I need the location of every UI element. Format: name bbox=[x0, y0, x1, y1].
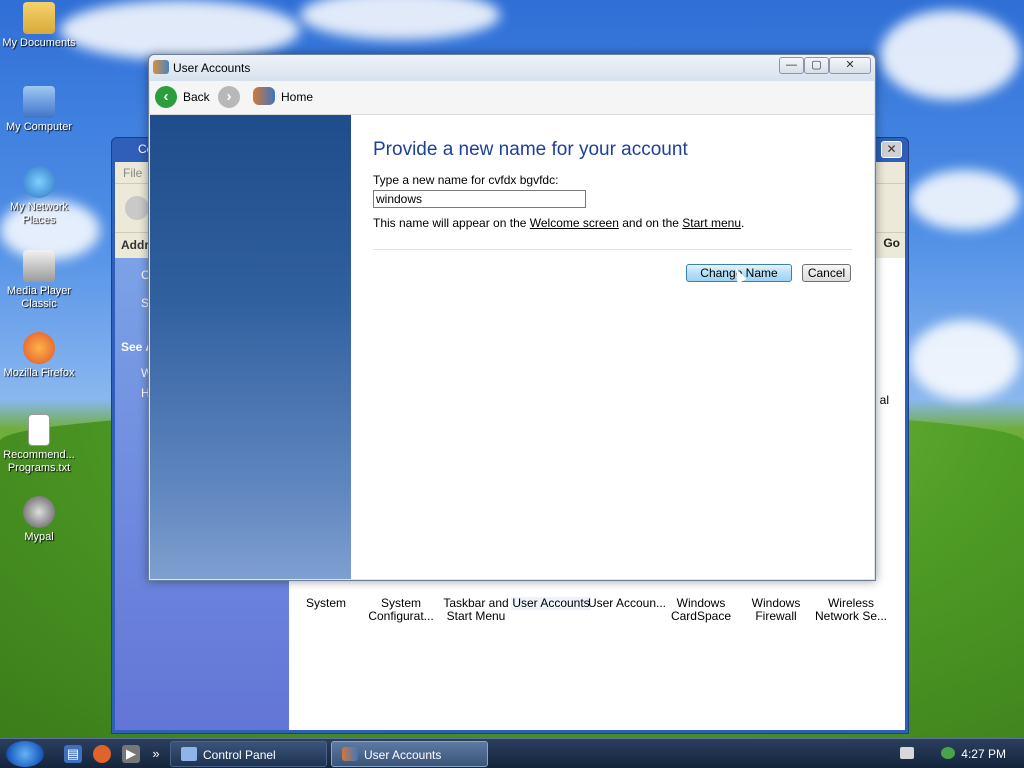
window-title: User Accounts bbox=[173, 61, 251, 75]
cp-item-taskbar[interactable]: Taskbar and Start Menu bbox=[436, 597, 516, 623]
text-file-icon bbox=[28, 414, 50, 446]
desktop-icon-label: Mozilla Firefox bbox=[3, 367, 75, 379]
cp-item-user-accounts-2[interactable]: User Accoun... bbox=[587, 597, 667, 610]
note-text: This name will appear on the bbox=[373, 216, 530, 230]
desktop-icon-label: Recommend... Programs.txt bbox=[3, 449, 75, 474]
home-button[interactable]: Home bbox=[281, 90, 313, 104]
task-pane bbox=[150, 115, 351, 579]
minimize-icon[interactable]: — bbox=[779, 57, 804, 74]
desktop-icon-label: My Documents bbox=[2, 37, 76, 49]
users-home-icon[interactable] bbox=[253, 87, 275, 105]
go-button[interactable]: Go bbox=[883, 236, 900, 250]
desktop-icon-my-network-places[interactable]: My Network Places bbox=[1, 166, 77, 227]
name-note: This name will appear on the Welcome scr… bbox=[373, 216, 744, 230]
desktop-icon-mypal[interactable]: Mypal bbox=[1, 496, 77, 544]
cancel-button[interactable]: Cancel bbox=[802, 264, 851, 282]
task-label: User Accounts bbox=[364, 748, 442, 762]
start-button[interactable] bbox=[6, 741, 44, 767]
new-name-input[interactable] bbox=[373, 190, 586, 208]
note-text: and on the bbox=[618, 216, 683, 230]
cp-item-system-configuration[interactable]: System Configurat... bbox=[361, 597, 441, 623]
back-button[interactable]: Back bbox=[183, 90, 210, 104]
cp-item-windows-cardspace[interactable]: Windows CardSpace bbox=[661, 597, 741, 623]
cp-item-wireless-network[interactable]: Wireless Network Se... bbox=[811, 597, 891, 623]
close-icon[interactable]: ✕ bbox=[829, 57, 871, 74]
navigation-bar: ‹ Back › Home bbox=[150, 81, 874, 115]
start-menu-link[interactable]: Start menu bbox=[682, 216, 741, 230]
users-icon bbox=[153, 60, 169, 74]
folder-icon bbox=[23, 2, 55, 34]
desktop-icon-label: Mypal bbox=[24, 531, 54, 543]
cloud bbox=[910, 170, 1020, 230]
users-icon bbox=[342, 747, 358, 761]
desktop-icon-recommended-programs[interactable]: Recommend... Programs.txt bbox=[1, 414, 77, 475]
cloud bbox=[300, 0, 500, 40]
forward-arrow-icon[interactable]: › bbox=[218, 86, 240, 108]
network-tray-icon[interactable] bbox=[941, 747, 955, 759]
back-icon[interactable] bbox=[125, 196, 149, 220]
task-control-panel[interactable]: Control Panel bbox=[170, 741, 327, 767]
control-panel-icon bbox=[181, 747, 197, 761]
desktop-icon-my-computer[interactable]: My Computer bbox=[1, 86, 77, 134]
taskbar: ▤ ▶ » Control Panel User Accounts 4:27 P… bbox=[0, 738, 1024, 768]
firefox-icon[interactable] bbox=[93, 745, 111, 763]
user-accounts-window[interactable]: User Accounts — ▢ ✕ ‹ Back › Home Provid… bbox=[148, 54, 876, 581]
welcome-screen-link[interactable]: Welcome screen bbox=[530, 216, 619, 230]
mypal-icon bbox=[23, 496, 55, 528]
page-title: Provide a new name for your account bbox=[373, 139, 688, 160]
menu-file[interactable]: File bbox=[123, 166, 142, 180]
desktop-icon-media-player-classic[interactable]: Media Player Classic bbox=[1, 250, 77, 311]
desktop-icon-mozilla-firefox[interactable]: Mozilla Firefox bbox=[1, 332, 77, 380]
clock[interactable]: 4:27 PM bbox=[961, 747, 1006, 761]
task-label: Control Panel bbox=[203, 748, 276, 762]
title-bar[interactable]: User Accounts — ▢ ✕ bbox=[149, 55, 875, 81]
cloud bbox=[60, 0, 300, 60]
cloud bbox=[880, 10, 1020, 100]
cloud bbox=[910, 320, 1020, 400]
show-desktop-icon[interactable]: ▤ bbox=[64, 745, 82, 763]
cp-item-user-accounts[interactable]: User Accounts bbox=[511, 597, 591, 610]
desktop-icon-label: My Network Places bbox=[9, 201, 69, 226]
cp-item-windows-firewall[interactable]: Windows Firewall bbox=[736, 597, 816, 623]
main-content: Provide a new name for your account Type… bbox=[351, 115, 874, 579]
task-user-accounts[interactable]: User Accounts bbox=[331, 741, 488, 767]
computer-icon bbox=[23, 86, 55, 118]
close-icon[interactable]: ✕ bbox=[881, 141, 902, 158]
quick-launch-overflow[interactable]: » bbox=[150, 745, 162, 763]
keyboard-icon[interactable] bbox=[900, 747, 914, 759]
back-arrow-icon[interactable]: ‹ bbox=[155, 86, 177, 108]
maximize-icon[interactable]: ▢ bbox=[804, 57, 829, 74]
desktop-icon-my-documents[interactable]: My Documents bbox=[1, 2, 77, 50]
media-player-icon[interactable]: ▶ bbox=[122, 745, 140, 763]
divider bbox=[373, 249, 852, 250]
firefox-icon bbox=[23, 332, 55, 364]
partial-item-label: al bbox=[879, 393, 889, 407]
cp-item-system[interactable]: System bbox=[286, 597, 366, 610]
network-icon bbox=[23, 166, 55, 198]
note-text: . bbox=[741, 216, 745, 230]
name-prompt-label: Type a new name for cvfdx bgvfdc: bbox=[373, 173, 559, 187]
media-player-icon bbox=[23, 250, 55, 282]
desktop-icon-label: My Computer bbox=[5, 121, 73, 133]
desktop-icon-label: Media Player Classic bbox=[6, 285, 72, 310]
